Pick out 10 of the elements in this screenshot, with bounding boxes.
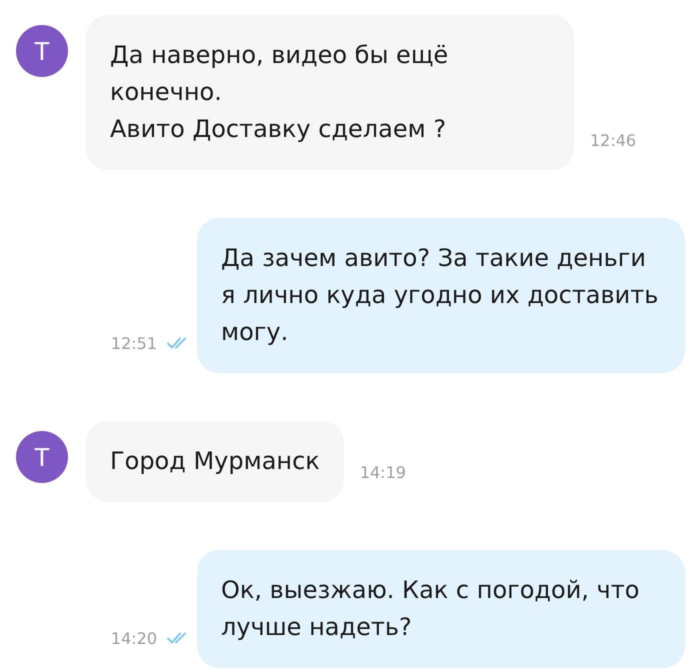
message-text: Да зачем авито? За такие деньги я лично куда угодно их доставить могу. bbox=[221, 243, 660, 348]
message-time: 14:20 bbox=[110, 629, 157, 648]
message-time: 12:46 bbox=[590, 131, 636, 150]
message-text: Да наверно, видео бы ещё конечно. Авито Доставку сделаем ? bbox=[110, 40, 450, 145]
message-time: 14:19 bbox=[360, 463, 406, 482]
message-time: 12:51 bbox=[110, 334, 157, 353]
avatar: Т bbox=[16, 25, 68, 77]
message-text: Ок, выезжаю. Как с погодой, что лучше надеть? bbox=[221, 575, 640, 643]
message-text: Город Мурманск bbox=[110, 446, 320, 477]
avatar: Т bbox=[16, 431, 68, 483]
